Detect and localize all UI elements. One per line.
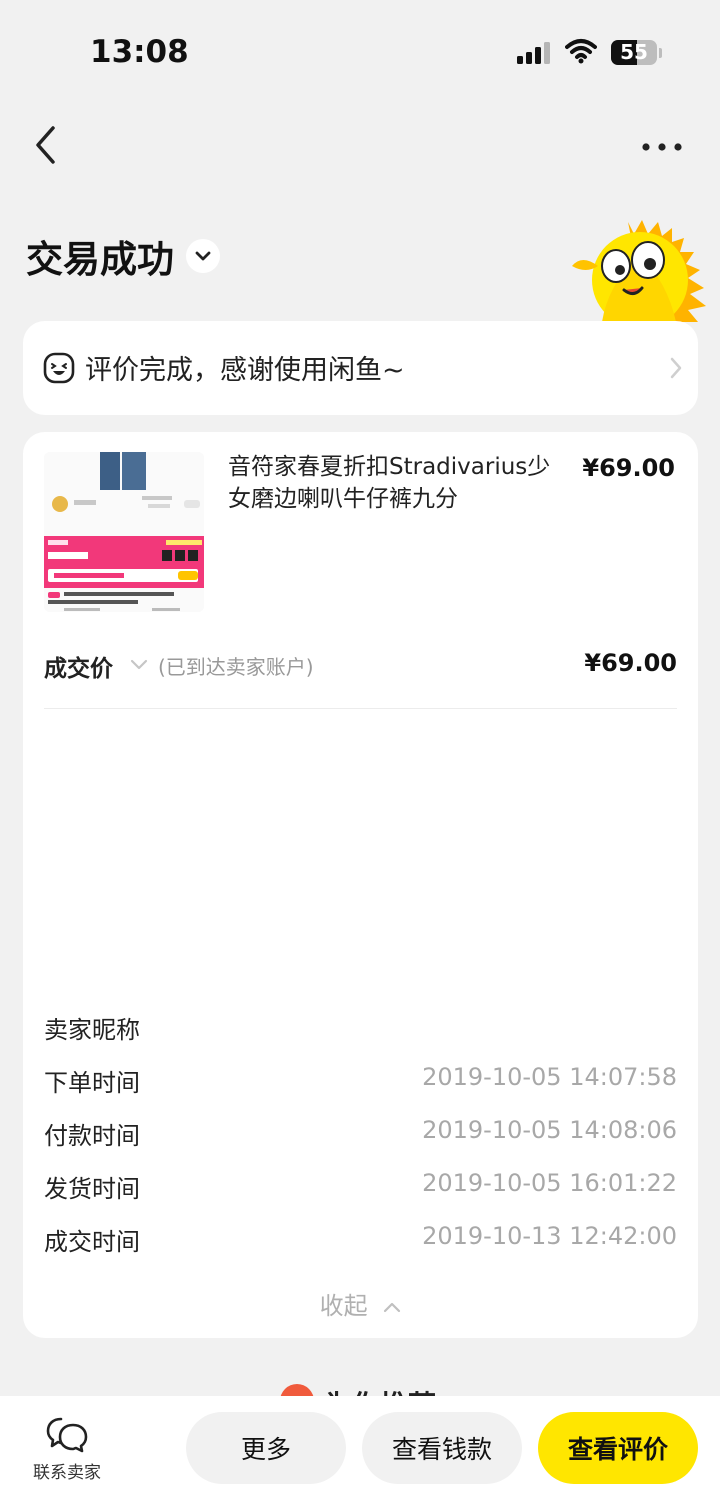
more-dots-icon[interactable] <box>640 132 684 162</box>
info-label: 卖家昵称 <box>44 1016 140 1044</box>
chevron-down-icon[interactable] <box>186 239 220 273</box>
status-bar: 13:08 55 <box>0 0 720 100</box>
chat-bubble-icon <box>46 1417 88 1453</box>
info-row-deal-time: 成交时间 2019-10-13 12:42:00 <box>44 1222 677 1258</box>
fish-mascot <box>572 220 706 326</box>
battery-icon: 55 <box>611 40 657 65</box>
info-row-order-time: 下单时间 2019-10-05 14:07:58 <box>44 1063 677 1099</box>
info-value: 2019-10-13 12:42:00 <box>422 1222 677 1250</box>
deal-price-note: (已到达卖家账户) <box>158 655 314 679</box>
review-banner[interactable]: 评价完成，感谢使用闲鱼~ <box>23 321 698 415</box>
more-button[interactable]: 更多 <box>186 1412 346 1484</box>
chevron-down-icon[interactable] <box>130 659 148 671</box>
info-value: 2019-10-05 14:07:58 <box>422 1063 677 1091</box>
page-title: 交易成功 <box>26 238 174 281</box>
contact-seller-button[interactable]: 联系卖家 <box>26 1416 108 1486</box>
battery-cap <box>659 48 662 58</box>
battery-level: 55 <box>620 40 648 64</box>
deal-price-row[interactable]: 成交价 (已到达卖家账户) ¥69.00 <box>44 649 677 683</box>
info-row-payment-time: 付款时间 2019-10-05 14:08:06 <box>44 1116 677 1152</box>
view-review-button[interactable]: 查看评价 <box>538 1412 698 1484</box>
view-money-button[interactable]: 查看钱款 <box>362 1412 522 1484</box>
contact-seller-label: 联系卖家 <box>33 1463 101 1483</box>
info-value: 2019-10-05 14:08:06 <box>422 1116 677 1144</box>
deal-price-label: 成交价 <box>44 656 113 682</box>
collapse-button[interactable]: 收起 <box>23 1286 698 1321</box>
order-status-header[interactable]: 交易成功 <box>26 228 220 284</box>
info-row-shipping-time: 发货时间 2019-10-05 16:01:22 <box>44 1169 677 1205</box>
status-time: 13:08 <box>90 34 189 70</box>
info-value: 2019-10-05 16:01:22 <box>422 1169 677 1197</box>
back-arrow-icon[interactable] <box>28 122 68 168</box>
review-banner-text: 评价完成，感谢使用闲鱼~ <box>85 355 405 386</box>
order-card: 音符家春夏折扣Stradivarius少女磨边喇叭牛仔裤九分 ¥69.00 成交… <box>23 432 698 1338</box>
chevron-up-icon <box>384 1302 401 1313</box>
product-title[interactable]: 音符家春夏折扣Stradivarius少女磨边喇叭牛仔裤九分 <box>228 451 558 515</box>
info-label: 下单时间 <box>44 1069 140 1097</box>
info-row-seller: 卖家昵称 <box>44 1010 677 1046</box>
product-thumbnail[interactable] <box>44 452 204 612</box>
info-label: 付款时间 <box>44 1122 140 1150</box>
bottom-action-bar: 联系卖家 更多 查看钱款 查看评价 <box>0 1396 720 1501</box>
deal-price-value: ¥69.00 <box>584 649 677 677</box>
info-label: 发货时间 <box>44 1175 140 1203</box>
smiley-icon <box>43 352 75 384</box>
redacted-details <box>44 722 677 992</box>
wifi-icon <box>565 39 597 64</box>
divider <box>44 708 677 709</box>
product-price: ¥69.00 <box>582 454 675 482</box>
info-label: 成交时间 <box>44 1228 140 1256</box>
collapse-label: 收起 <box>319 1292 368 1320</box>
signal-icon <box>517 42 550 64</box>
chevron-right-icon <box>670 357 682 379</box>
